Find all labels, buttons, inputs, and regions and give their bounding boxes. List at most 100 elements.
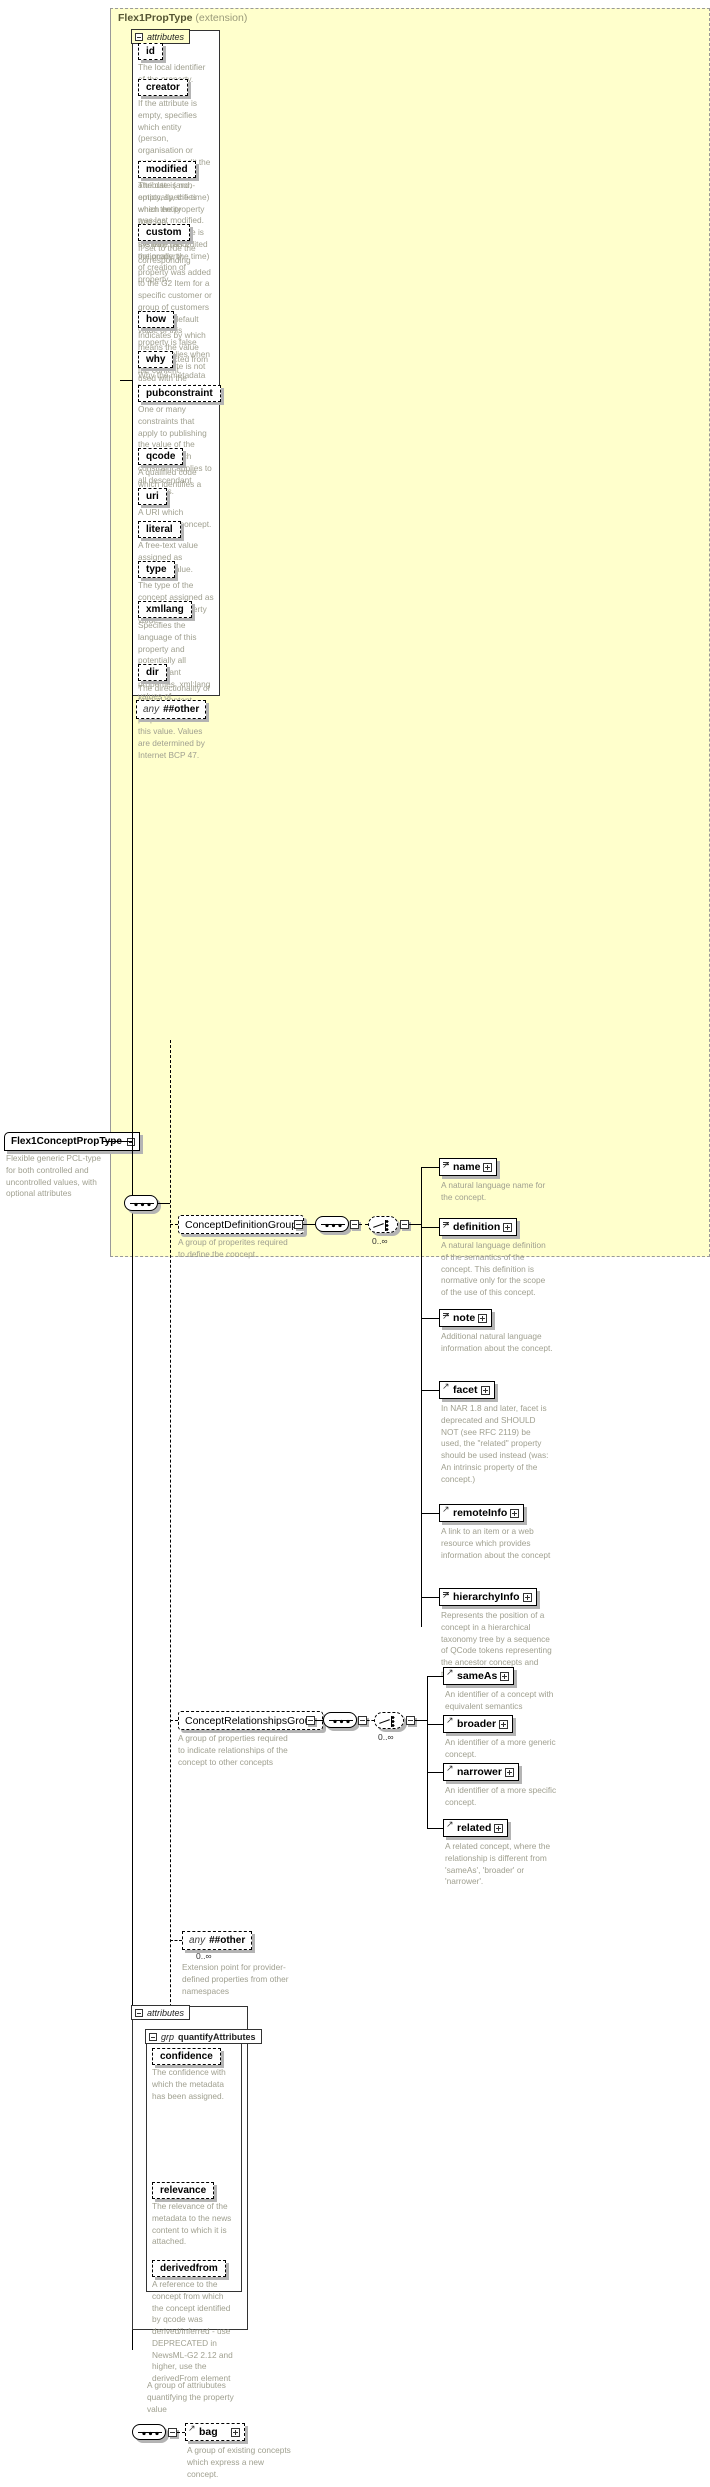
wildcard-namespace: ##other	[209, 1935, 246, 1946]
element-node-related[interactable]: related	[443, 1819, 509, 1837]
quantify-attributes-header[interactable]: grp quantifyAttributes	[145, 2029, 262, 2044]
extension-type-kind: (extension)	[195, 12, 248, 24]
collapse-minus-icon[interactable]	[135, 2008, 143, 2017]
element-label: bag	[199, 2426, 218, 2438]
connector	[359, 1224, 368, 1225]
collapse-minus-icon[interactable]	[350, 1220, 359, 1229]
attribute-chip-pubconstraint[interactable]: pubconstraint	[138, 385, 221, 402]
attribute-chip-dir[interactable]: dir	[138, 664, 167, 681]
choice-symbol-crg[interactable]	[374, 1712, 404, 1729]
top-attributes-header[interactable]: attributes	[131, 29, 191, 44]
expand-plus-icon[interactable]	[480, 1385, 490, 1395]
group-concept-relationships[interactable]: ConceptRelationshipsGroup	[178, 1711, 324, 1730]
group-concept-definition[interactable]: ConceptDefinitionGroup	[178, 1215, 305, 1234]
element-node-remoteinfo[interactable]: remoteInfo	[439, 1504, 525, 1522]
element-node-bag[interactable]: bag	[185, 2423, 245, 2441]
attribute-chip-derivedfrom[interactable]: derivedfrom	[152, 2260, 226, 2277]
connector	[427, 1676, 443, 1677]
extension-panel-title: Flex1PropType (extension)	[118, 12, 247, 24]
sequence-symbol-bottom[interactable]	[132, 2424, 166, 2440]
attribute-chip-how[interactable]: how	[138, 311, 174, 328]
collapse-minus-icon[interactable]	[149, 2032, 157, 2041]
element-node-facet[interactable]: facet	[439, 1381, 495, 1399]
connector	[120, 380, 133, 381]
connector	[170, 1224, 178, 1225]
element-node-definition[interactable]: definition	[439, 1218, 518, 1236]
attribute-name: how	[146, 314, 166, 325]
choice-symbol-cdg[interactable]	[368, 1216, 398, 1233]
collapse-minus-icon[interactable]	[358, 1716, 367, 1725]
attribute-name: xmllang	[146, 604, 184, 615]
attribute-chip-why[interactable]: why	[138, 351, 174, 368]
schema-diagram-page: Flex1PropType (extension) attributes id …	[0, 0, 710, 2487]
element-label: broader	[457, 1718, 497, 1730]
connector	[421, 1390, 439, 1391]
attribute-chip-modified[interactable]: modified	[138, 161, 196, 178]
element-desc-sameas: An identifier of a concept with equivale…	[445, 1689, 554, 1711]
wildcard-extension-point[interactable]: any ##other	[182, 1931, 253, 1950]
attribute-chip-id[interactable]: id	[138, 43, 163, 60]
expand-plus-icon[interactable]	[231, 2427, 240, 2437]
attribute-chip-uri[interactable]: uri	[138, 488, 167, 505]
attribute-chip-custom[interactable]: custom	[138, 224, 190, 241]
element-desc-note: Additional natural language information …	[441, 1331, 553, 1353]
element-node-note[interactable]: note	[439, 1309, 493, 1327]
collapse-minus-icon[interactable]	[135, 32, 143, 41]
element-desc-definition: A natural language definition of the sem…	[441, 1240, 546, 1298]
expand-plus-icon[interactable]	[478, 1313, 488, 1323]
collapse-minus-icon[interactable]	[294, 1220, 303, 1229]
element-node-broader[interactable]: broader	[443, 1715, 514, 1733]
collapse-minus-icon[interactable]	[306, 1716, 315, 1725]
bottom-attributes-header[interactable]: attributes	[131, 2005, 191, 2020]
cardinality-crg: 0..∞	[378, 1732, 394, 1742]
element-node-narrower[interactable]: narrower	[443, 1763, 519, 1781]
expand-plus-icon[interactable]	[510, 1508, 520, 1518]
sequence-symbol-crg[interactable]	[323, 1712, 357, 1728]
sequence-symbol-main[interactable]	[124, 1195, 158, 1211]
collapse-minus-icon[interactable]	[400, 1220, 409, 1229]
element-desc-facet: In NAR 1.8 and later, facet is deprecate…	[441, 1403, 549, 1484]
expand-plus-icon[interactable]	[504, 1767, 514, 1777]
expand-plus-icon[interactable]	[499, 1719, 509, 1729]
element-label: facet	[453, 1384, 478, 1396]
attribute-name: confidence	[160, 2051, 213, 2062]
wildcard-any-other-attributes[interactable]: any ##other	[136, 700, 207, 719]
attribute-chip-confidence[interactable]: confidence	[152, 2048, 221, 2065]
element-icons	[442, 1504, 450, 1517]
element-desc-related: A related concept, where the relationshi…	[445, 1841, 551, 1887]
attribute-chip-literal[interactable]: literal	[138, 521, 181, 538]
element-node-hierarchyinfo[interactable]: hierarchyInfo	[439, 1588, 537, 1606]
connector	[103, 1141, 133, 1142]
attribute-name: dir	[146, 667, 159, 678]
expand-plus-icon[interactable]	[522, 1592, 532, 1602]
sequence-dots-icon	[142, 2430, 159, 2436]
expand-plus-icon[interactable]	[503, 1222, 513, 1232]
element-node-name[interactable]: name	[439, 1158, 498, 1176]
element-icons	[442, 1160, 450, 1173]
collapse-minus-icon[interactable]	[406, 1716, 415, 1725]
cardinality-cdg: 0..∞	[372, 1236, 388, 1246]
expand-plus-icon[interactable]	[494, 1823, 504, 1833]
wildcard-keyword: any	[189, 1935, 206, 1946]
attribute-chip-relevance[interactable]: relevance	[152, 2182, 215, 2199]
expand-plus-icon[interactable]	[483, 1162, 493, 1172]
attribute-desc-confidence: The confidence with which the metadata h…	[152, 2067, 226, 2101]
element-node-sameas[interactable]: sameAs	[443, 1667, 515, 1685]
attribute-chip-xmllang[interactable]: xmllang	[138, 601, 192, 618]
element-label: sameAs	[457, 1670, 498, 1682]
element-desc-narrower: An identifier of a more specific concept…	[445, 1785, 557, 1807]
connector	[421, 1597, 439, 1598]
attribute-chip-type[interactable]: type	[138, 561, 175, 578]
attribute-chip-qcode[interactable]: qcode	[138, 448, 184, 465]
attribute-name: why	[146, 354, 166, 365]
group-desc-concept-relationships: A group of properties required to indica…	[178, 1733, 288, 1767]
element-label: hierarchyInfo	[453, 1591, 520, 1603]
collapse-minus-icon[interactable]	[168, 2428, 177, 2437]
attribute-chip-creator[interactable]: creator	[138, 79, 188, 96]
element-icons	[442, 1381, 450, 1394]
connector	[303, 1224, 315, 1225]
wildcard-keyword: any	[143, 704, 160, 715]
sequence-symbol-cdg[interactable]	[315, 1216, 349, 1232]
expand-plus-icon[interactable]	[500, 1671, 510, 1681]
element-icons	[446, 1715, 454, 1728]
